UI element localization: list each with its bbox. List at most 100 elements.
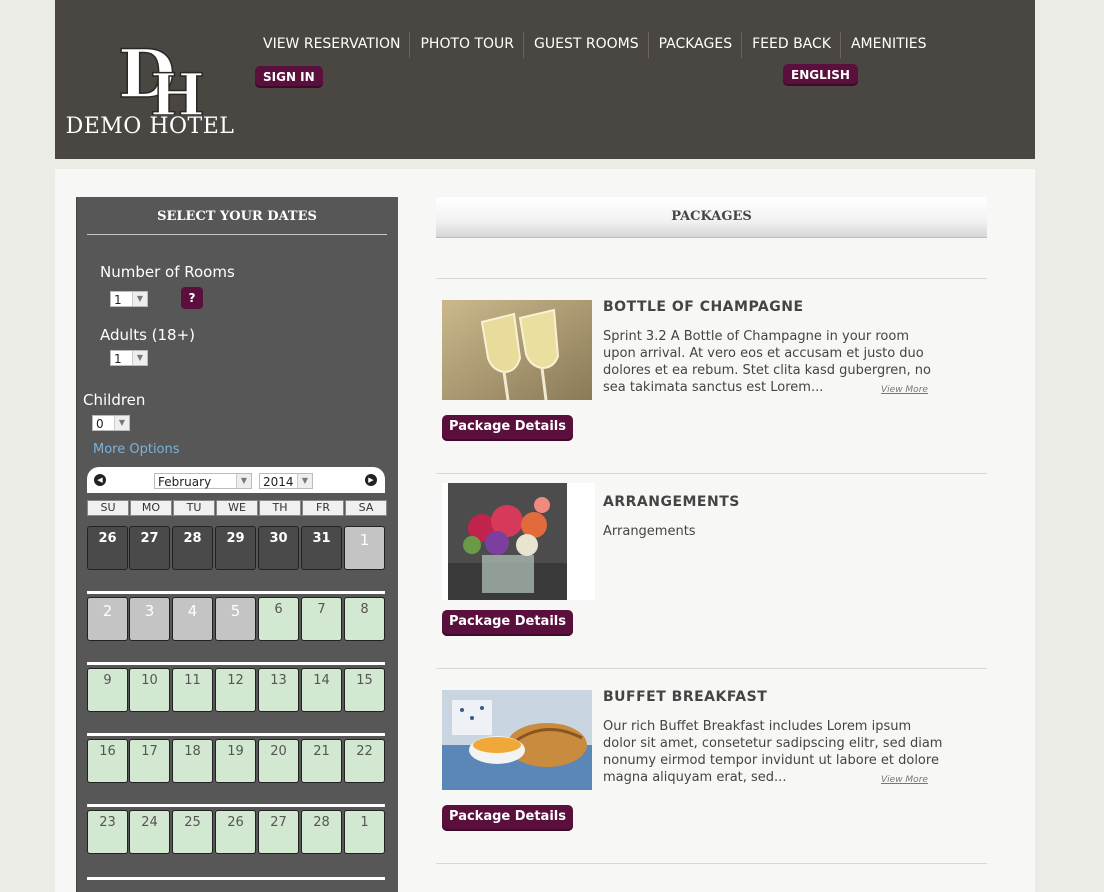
calendar-day[interactable]: 14 [301, 668, 342, 712]
calendar-day[interactable]: 23 [87, 810, 128, 854]
next-month-icon[interactable]: ▶ [365, 474, 377, 486]
adults-value: 1 [114, 352, 122, 366]
chevron-down-icon: ▼ [132, 351, 147, 365]
calendar-day: 4 [172, 597, 213, 641]
calendar-day[interactable]: 21 [301, 739, 342, 783]
arrangements-image[interactable] [442, 483, 595, 600]
rooms-select[interactable]: 1 ▼ [110, 291, 148, 307]
view-more-link[interactable]: View More [881, 385, 928, 395]
calendar-day[interactable]: 26 [215, 810, 256, 854]
logo-name: DEMO HOTEL [65, 114, 235, 139]
hotel-logo[interactable]: D H DEMO HOTEL [65, 30, 235, 145]
weekday-fr: FR [302, 500, 344, 516]
chevron-down-icon: ▼ [114, 416, 129, 430]
adults-select[interactable]: 1 ▼ [110, 350, 148, 366]
calendar-day[interactable]: 12 [215, 668, 256, 712]
package-description: Arrangements [603, 524, 696, 539]
year-value: 2014 [263, 475, 294, 489]
divider [436, 278, 987, 279]
weekday-sa: SA [345, 500, 387, 516]
weekday-mo: MO [130, 500, 172, 516]
calendar-day[interactable]: 1 [344, 810, 385, 854]
week-divider [87, 733, 385, 736]
breakfast-illustration [442, 690, 592, 790]
calendar-day[interactable]: 25 [172, 810, 213, 854]
nav-view-reservation[interactable]: VIEW RESERVATION [253, 32, 411, 58]
calendar-day[interactable]: 11 [172, 668, 213, 712]
calendar-header: ◀ February ▼ 2014 ▼ ▶ [87, 467, 385, 493]
calendar-day: 5 [215, 597, 256, 641]
view-more-link[interactable]: View More [881, 775, 928, 785]
calendar-day[interactable]: 9 [87, 668, 128, 712]
week-divider [87, 877, 385, 880]
chevron-down-icon: ▼ [236, 474, 251, 488]
divider [436, 668, 987, 669]
calendar-day: 1 [344, 526, 385, 570]
children-label: Children [83, 391, 146, 409]
package-details-button[interactable]: Package Details [442, 610, 573, 636]
site-header: D H DEMO HOTEL VIEW RESERVATION PHOTO TO… [55, 0, 1035, 159]
nav-feedback[interactable]: FEED BACK [742, 32, 841, 58]
nav-amenities[interactable]: AMENITIES [841, 32, 936, 58]
package-details-button[interactable]: Package Details [442, 805, 573, 831]
calendar-day[interactable]: 16 [87, 739, 128, 783]
svg-text:H: H [150, 61, 205, 115]
buffet-breakfast-image[interactable] [442, 690, 592, 790]
calendar-day: 2 [87, 597, 128, 641]
booking-sidebar: SELECT YOUR DATES Number of Rooms 1 ▼ ? … [76, 197, 398, 892]
calendar-day[interactable]: 19 [215, 739, 256, 783]
calendar-day[interactable]: 7 [301, 597, 342, 641]
package-title[interactable]: BOTTLE OF CHAMPAGNE [603, 299, 804, 315]
rooms-label: Number of Rooms [100, 263, 235, 281]
more-options-link[interactable]: More Options [93, 442, 180, 457]
champagne-illustration [442, 300, 592, 400]
calendar-day: 26 [87, 526, 128, 570]
calendar-day[interactable]: 10 [129, 668, 170, 712]
nav-packages[interactable]: PACKAGES [649, 32, 743, 58]
package-details-button[interactable]: Package Details [442, 415, 573, 441]
calendar-day[interactable]: 20 [258, 739, 299, 783]
calendar-day[interactable]: 28 [301, 810, 342, 854]
weekday-th: TH [259, 500, 301, 516]
sidebar-title: SELECT YOUR DATES [87, 209, 387, 235]
package-title[interactable]: ARRANGEMENTS [603, 494, 740, 510]
prev-month-icon[interactable]: ◀ [94, 474, 106, 486]
chevron-down-icon: ▼ [132, 292, 147, 306]
nav-photo-tour[interactable]: PHOTO TOUR [410, 32, 525, 58]
weekday-tu: TU [173, 500, 215, 516]
calendar-day[interactable]: 8 [344, 597, 385, 641]
children-select[interactable]: 0 ▼ [92, 415, 130, 431]
calendar-day[interactable]: 15 [344, 668, 385, 712]
calendar-weekdays: SU MO TU WE TH FR SA [87, 500, 387, 516]
weekday-su: SU [87, 500, 129, 516]
divider [436, 863, 987, 864]
month-select[interactable]: February ▼ [154, 473, 252, 489]
calendar-day[interactable]: 22 [344, 739, 385, 783]
calendar-day[interactable]: 13 [258, 668, 299, 712]
package-title[interactable]: BUFFET BREAKFAST [603, 689, 767, 705]
language-button[interactable]: ENGLISH [783, 64, 858, 86]
calendar-day: 28 [172, 526, 213, 570]
calendar-day[interactable]: 6 [258, 597, 299, 641]
flowers-illustration [448, 483, 567, 600]
week-divider [87, 591, 385, 594]
calendar-day[interactable]: 17 [129, 739, 170, 783]
chevron-down-icon: ▼ [297, 474, 312, 488]
calendar-day[interactable]: 27 [258, 810, 299, 854]
calendar-day: 29 [215, 526, 256, 570]
rooms-value: 1 [114, 293, 122, 307]
weekday-we: WE [216, 500, 258, 516]
calendar-day: 30 [258, 526, 299, 570]
logo-monogram: D H [117, 35, 205, 115]
year-select[interactable]: 2014 ▼ [259, 473, 313, 489]
calendar-day: 3 [129, 597, 170, 641]
main-nav: VIEW RESERVATION PHOTO TOUR GUEST ROOMS … [253, 32, 936, 58]
champagne-image[interactable] [442, 300, 592, 400]
week-divider [87, 662, 385, 665]
nav-guest-rooms[interactable]: GUEST ROOMS [524, 32, 649, 58]
calendar-day[interactable]: 18 [172, 739, 213, 783]
sign-in-button[interactable]: SIGN IN [255, 66, 323, 88]
calendar-day[interactable]: 24 [129, 810, 170, 854]
help-button[interactable]: ? [181, 287, 203, 309]
adults-label: Adults (18+) [100, 326, 196, 344]
